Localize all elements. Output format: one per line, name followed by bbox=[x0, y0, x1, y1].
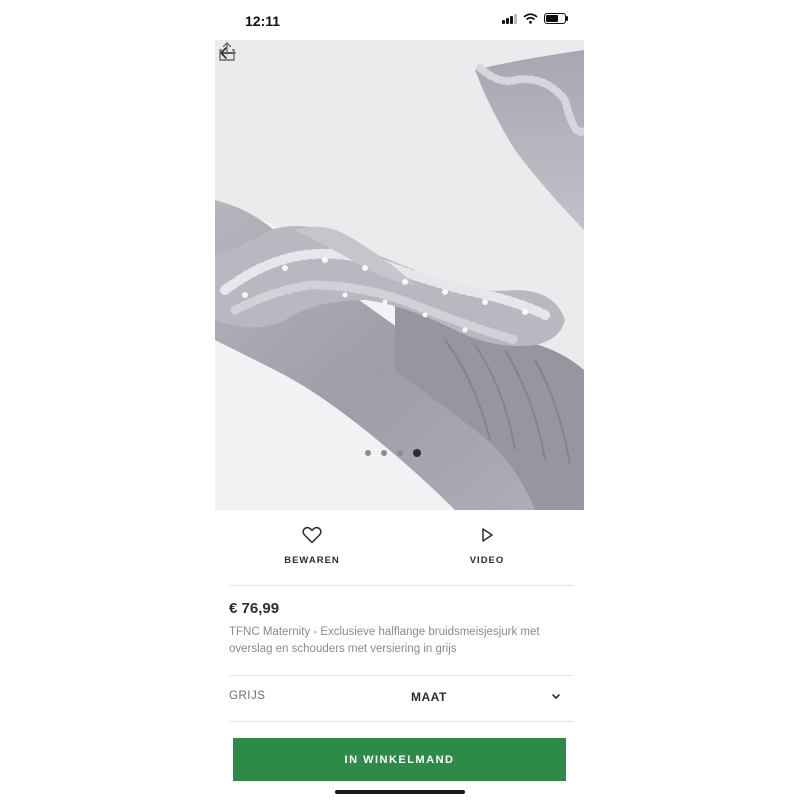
gallery-pagination bbox=[365, 449, 421, 457]
pagination-dot-active[interactable] bbox=[413, 449, 421, 457]
size-select[interactable]: MAAT bbox=[395, 683, 575, 713]
save-button[interactable]: BEWAREN bbox=[252, 526, 372, 566]
status-icons bbox=[502, 13, 568, 24]
status-time: 12:11 bbox=[245, 13, 281, 29]
colour-value: GRIJS bbox=[229, 690, 266, 702]
pagination-dot[interactable] bbox=[397, 450, 403, 456]
divider bbox=[229, 721, 574, 722]
product-price: € 76,99 bbox=[229, 600, 280, 617]
product-image bbox=[215, 40, 584, 510]
share-icon[interactable] bbox=[215, 40, 239, 64]
status-bar: 12:11 bbox=[215, 0, 584, 40]
battery-icon bbox=[544, 13, 568, 24]
home-indicator bbox=[335, 790, 465, 794]
product-actions: BEWAREN VIDEO bbox=[215, 510, 584, 585]
signal-icon bbox=[502, 13, 517, 24]
add-to-bag-button[interactable]: IN WINKELMAND bbox=[233, 738, 566, 781]
pagination-dot[interactable] bbox=[365, 450, 371, 456]
play-icon bbox=[482, 528, 493, 542]
phone-screen: 12:11 BEWAREN VIDEO € 76,99 TFNC Materni… bbox=[215, 0, 584, 800]
variant-row: GRIJS MAAT bbox=[215, 675, 584, 721]
save-label: BEWAREN bbox=[284, 555, 340, 566]
heart-icon bbox=[302, 526, 322, 544]
size-select-label: MAAT bbox=[411, 690, 447, 704]
wifi-icon bbox=[523, 13, 538, 24]
product-image-gallery[interactable] bbox=[215, 40, 584, 510]
video-label: VIDEO bbox=[469, 555, 505, 566]
chevron-down-icon bbox=[552, 694, 560, 699]
divider bbox=[229, 585, 574, 586]
video-button[interactable]: VIDEO bbox=[427, 526, 547, 566]
product-description: TFNC Maternity - Exclusieve halflange br… bbox=[229, 626, 540, 655]
pagination-dot[interactable] bbox=[381, 450, 387, 456]
